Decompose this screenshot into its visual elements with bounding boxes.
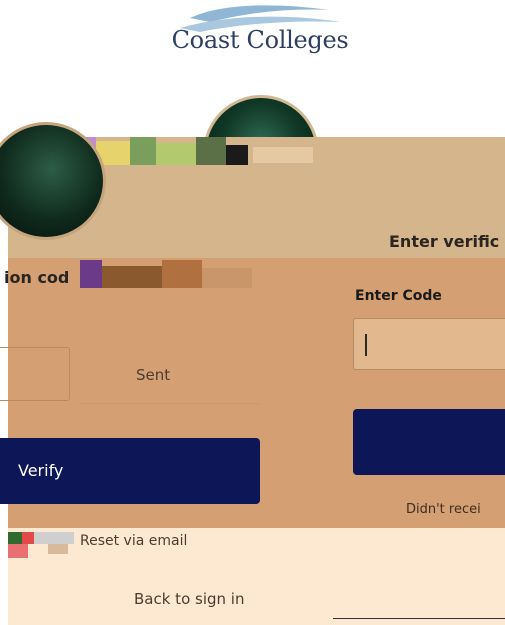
verify-button[interactable] [353, 409, 505, 475]
code-input[interactable] [353, 318, 505, 370]
verify-button-label: Verify [18, 461, 64, 480]
footer-rule [333, 618, 505, 619]
logo-text: Coast Colleges [171, 26, 349, 54]
coast-colleges-logo: Coast Colleges [150, 0, 370, 80]
card-heading: Enter verific [389, 232, 500, 251]
verification-card-left: ion cod Sent Verify [0, 258, 340, 528]
reset-via-email-link[interactable]: Reset via email [80, 533, 187, 549]
header-banner: Enter verific [0, 122, 505, 258]
footer-links: Reset via email Back to sign in [8, 528, 505, 625]
card-heading-left: ion cod [4, 268, 70, 287]
text-caret [365, 334, 367, 356]
verify-button-left[interactable]: Verify [0, 438, 260, 504]
resend-code-link[interactable]: Didn't recei [406, 502, 481, 517]
enter-code-label: Enter Code [355, 288, 442, 304]
back-to-sign-in-link[interactable]: Back to sign in [134, 590, 244, 608]
sent-status: Sent [136, 366, 171, 384]
glitch-artifact [80, 260, 252, 288]
code-input-left[interactable] [0, 347, 70, 401]
divider [80, 403, 260, 404]
verification-card-right: Enter Code Didn't recei [340, 258, 505, 528]
glitch-artifact [8, 532, 74, 558]
